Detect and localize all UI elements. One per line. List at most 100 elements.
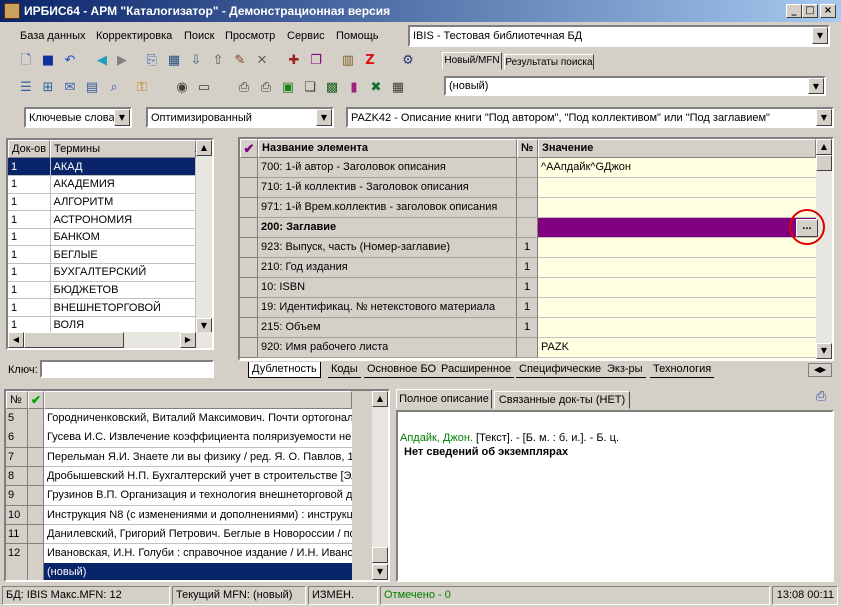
- grid-row-indicator[interactable]: [240, 158, 258, 178]
- doclist-header-num[interactable]: №: [6, 391, 28, 409]
- grid-row[interactable]: 710: 1-й коллектив - Заголовок описания: [240, 178, 832, 198]
- dictionary-row[interactable]: 1 ВНЕШНЕТОРГОВОЙ: [8, 298, 196, 317]
- grid-header-name[interactable]: Название элемента: [258, 139, 517, 158]
- list-item[interactable]: 11 Данилевский, Григорий Петрович. Беглые…: [6, 524, 352, 545]
- scroll-thumb[interactable]: [816, 155, 832, 171]
- dictionary-header-terms[interactable]: Термины: [50, 140, 196, 158]
- grid-row-indicator[interactable]: [240, 178, 258, 198]
- grid-row[interactable]: 19: Идентификац. № нетекстового материал…: [240, 298, 832, 318]
- key-input[interactable]: [40, 360, 214, 378]
- checkmark-icon[interactable]: ✔: [28, 391, 44, 409]
- edit-icon[interactable]: ✎: [230, 51, 250, 71]
- grid-row-indicator[interactable]: [240, 338, 258, 358]
- grid-row[interactable]: 700: 1-й автор - Заголовок описания ^AАпд…: [240, 158, 832, 178]
- grid-row-indicator[interactable]: [240, 298, 258, 318]
- delete-icon[interactable]: ✕: [252, 51, 272, 71]
- list-item[interactable]: 8 Дробышевский Н.П. Бухгалтерский учет в …: [6, 466, 352, 487]
- checkmark-icon[interactable]: ✔: [240, 139, 258, 158]
- print-icon[interactable]: ⎙: [234, 78, 254, 98]
- tab-linked-docs[interactable]: Связанные док-ты (НЕТ): [494, 391, 630, 409]
- dictionary-row[interactable]: 1 АКАДЕМИЯ: [8, 175, 196, 194]
- undo-icon[interactable]: ↶: [60, 51, 80, 71]
- chevron-down-icon[interactable]: ▼: [114, 109, 130, 126]
- tab-main-bo[interactable]: Основное БО: [364, 362, 440, 378]
- chevron-down-icon[interactable]: ▼: [808, 78, 824, 94]
- import-icon[interactable]: ⇩: [186, 51, 206, 71]
- list-item[interactable]: 10 Инструкция N8 (с изменениями и дополне…: [6, 505, 352, 525]
- grid-element-value[interactable]: [538, 298, 832, 318]
- list-item-mark[interactable]: [28, 466, 44, 487]
- export-icon[interactable]: ⇧: [208, 51, 228, 71]
- form-icon[interactable]: ▤: [82, 78, 102, 98]
- view-icon[interactable]: ◉: [172, 78, 192, 98]
- grid-element-value[interactable]: [538, 238, 832, 258]
- scroll-down-icon[interactable]: ▼: [372, 564, 388, 580]
- print-icon[interactable]: ⎙: [816, 389, 826, 404]
- list-item-mark[interactable]: [28, 544, 44, 564]
- dictionary-row[interactable]: 1 АКАД: [8, 158, 196, 177]
- grid-element-value[interactable]: ^AАпдайк^GДжон: [538, 158, 832, 178]
- mail-icon[interactable]: ✉: [60, 78, 80, 98]
- menu-edit[interactable]: Корректировка: [96, 30, 172, 42]
- grid-element-value[interactable]: [538, 258, 832, 278]
- folder-icon[interactable]: ▭: [194, 78, 214, 98]
- dictionary-header-count[interactable]: Док-ов: [8, 140, 50, 158]
- list-item[interactable]: 9 Грузинов В.П. Организация и технология …: [6, 486, 352, 506]
- tab-copies[interactable]: Экз-ры: [604, 362, 646, 378]
- list-item[interactable]: 12 Ивановская, И.Н. Голуби : справочное и…: [6, 544, 352, 564]
- grid-row-indicator[interactable]: [240, 198, 258, 218]
- menu-service[interactable]: Сервис: [287, 30, 325, 42]
- tab-duplicates[interactable]: Дублетность: [248, 362, 321, 378]
- excel-icon[interactable]: ✖: [366, 78, 386, 98]
- grid-row[interactable]: 920: Имя рабочего листа PAZK: [240, 338, 832, 358]
- menu-view[interactable]: Просмотр: [225, 30, 275, 42]
- maximize-button[interactable]: □: [802, 4, 818, 18]
- menu-search[interactable]: Поиск: [184, 30, 214, 42]
- grid-header-num[interactable]: №: [517, 139, 538, 158]
- documents-icon[interactable]: ❏: [300, 78, 320, 98]
- scroll-thumb[interactable]: [372, 547, 388, 563]
- scroll-thumb[interactable]: [24, 332, 124, 348]
- print-list-icon[interactable]: ⎙: [256, 78, 276, 98]
- report-icon[interactable]: ▣: [278, 78, 298, 98]
- dictionary-scrollbar[interactable]: ▲ ▼: [196, 140, 212, 334]
- new-record-icon[interactable]: 🗋: [16, 51, 36, 71]
- chevron-down-icon[interactable]: ▼: [816, 109, 832, 126]
- barcode-icon[interactable]: ▥: [338, 51, 358, 71]
- grid-element-value[interactable]: [538, 198, 832, 218]
- scroll-right-icon[interactable]: ▶: [180, 332, 196, 348]
- grid-element-value[interactable]: [538, 318, 832, 338]
- tab-search-results[interactable]: Результаты поиска: [504, 54, 594, 70]
- tab-codes[interactable]: Коды: [328, 362, 361, 378]
- author-link[interactable]: Апдайк, Джон.: [400, 432, 473, 444]
- doclist-scrollbar[interactable]: ▲ ▼: [372, 391, 388, 580]
- list-item-mark[interactable]: [28, 486, 44, 506]
- list-item-mark[interactable]: [28, 524, 44, 545]
- dictionary-icon[interactable]: ⊞: [38, 78, 58, 98]
- key-icon[interactable]: ⚿: [132, 78, 152, 98]
- grid-row-indicator[interactable]: [240, 278, 258, 298]
- list-item-mark[interactable]: [28, 409, 44, 429]
- grid-element-value[interactable]: [538, 278, 832, 298]
- search-mode-select[interactable]: Ключевые слова ▼: [24, 107, 132, 128]
- tab-specific[interactable]: Специфические: [516, 362, 605, 378]
- dictionary-row[interactable]: 1 БЕГЛЫЕ: [8, 245, 196, 265]
- scroll-left-icon[interactable]: ◀: [8, 332, 24, 348]
- next-icon[interactable]: ▶: [112, 51, 132, 71]
- grid-row[interactable]: 923: Выпуск, часть (Номер-заглавие) 1: [240, 238, 832, 258]
- tag-icon[interactable]: ✚: [284, 51, 304, 71]
- close-button[interactable]: ×: [820, 4, 836, 18]
- chart-icon[interactable]: ▮: [344, 78, 364, 98]
- list-item-mark[interactable]: [28, 563, 44, 580]
- database-select[interactable]: IBIS - Тестовая библиотечная БД ▼: [408, 25, 830, 47]
- list-item[interactable]: 5 Городниченковский, Виталий Максимович. …: [6, 409, 352, 429]
- worksheet-select[interactable]: PAZK42 - Описание книги "Под автором", "…: [346, 107, 834, 128]
- tab-new-mfn[interactable]: Новый/MFN: [442, 52, 502, 70]
- menu-help[interactable]: Помощь: [336, 30, 379, 42]
- tab-technology[interactable]: Технология: [650, 362, 715, 378]
- grid-row[interactable]: 215: Объем 1: [240, 318, 832, 338]
- grid-row[interactable]: 210: Год издания 1: [240, 258, 832, 278]
- minimize-button[interactable]: _: [786, 4, 802, 18]
- dictionary-hscrollbar[interactable]: ◀ ▶: [8, 332, 212, 348]
- grid-row-indicator[interactable]: [240, 218, 258, 238]
